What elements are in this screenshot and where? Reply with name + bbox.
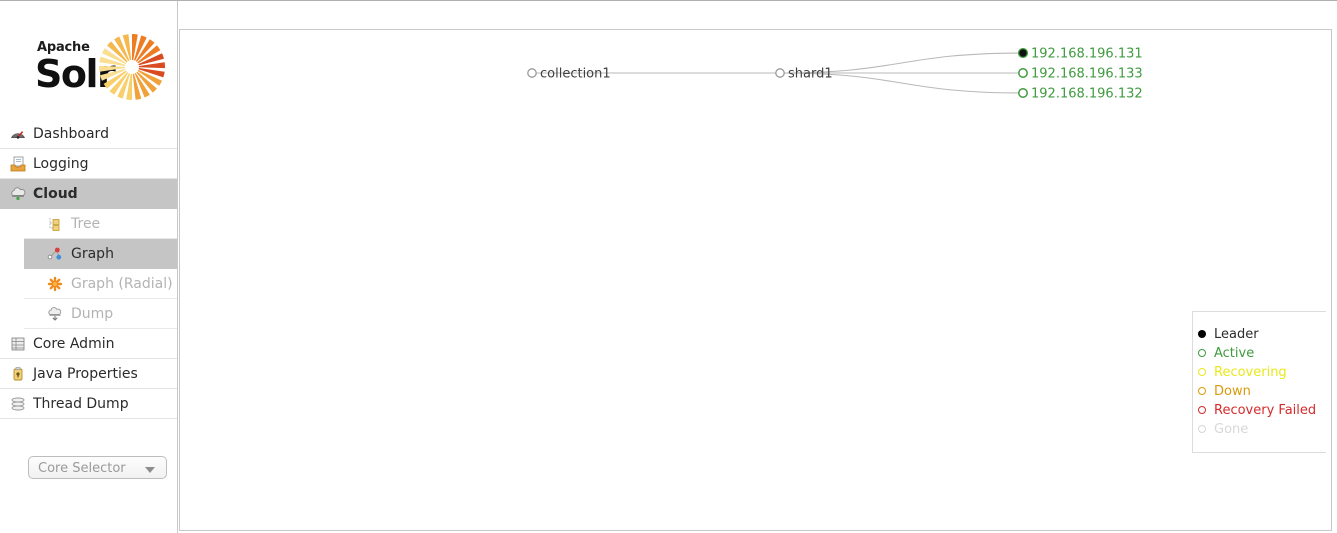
cloud-graph[interactable]: collection1 shard1 192.168.196.131 192.168.…	[180, 30, 1333, 532]
sidebar-subitem-dump[interactable]: Dump	[24, 299, 177, 329]
legend-dot-recovering	[1198, 368, 1206, 376]
graph-node-label: 192.168.196.131	[1031, 47, 1143, 62]
graph-node[interactable]: 192.168.196.131	[1017, 47, 1143, 62]
sidebar-subitem-graph-radial[interactable]: Graph (Radial)	[24, 269, 177, 299]
graph-node-circle[interactable]	[1018, 68, 1028, 78]
sidebar-item-dashboard[interactable]: Dashboard	[0, 119, 177, 149]
legend-label: Leader	[1214, 327, 1259, 342]
tree-icon	[49, 218, 60, 231]
graph-nodes: collection1 shard1 192.168.196.131 192.168.…	[527, 47, 1143, 102]
sidebar-nav: Dashboard Logging Cloud Tree Graph Graph…	[0, 119, 177, 419]
sidebar-item-label: Java Properties	[33, 366, 138, 382]
core-selector-dropdown[interactable]: Core Selector	[28, 456, 167, 479]
graph-radial-icon	[47, 276, 63, 292]
graph-node-circle[interactable]	[527, 68, 537, 78]
legend-row: Recovery Failed	[1193, 401, 1326, 420]
legend-label: Recovering	[1214, 365, 1287, 380]
graph-node-circle[interactable]	[1017, 47, 1029, 59]
sidebar-item-logging[interactable]: Logging	[0, 149, 177, 179]
sidebar-subitem-graph[interactable]: Graph	[24, 239, 177, 269]
graph-node-label: collection1	[540, 67, 611, 82]
graph-node-circle[interactable]	[1018, 88, 1028, 98]
cloud-icon	[11, 187, 26, 201]
legend-row: Recovering	[1193, 363, 1326, 382]
thread-dump-icon	[11, 397, 25, 411]
sidebar-subitem-label: Tree	[71, 216, 101, 232]
solr-admin-page: Apache Solr Dashboard Logging Cloud Tree…	[0, 0, 1337, 533]
sidebar-subitem-label: Graph (Radial)	[71, 276, 173, 292]
sidebar-item-thread-dump[interactable]: Thread Dump	[0, 389, 177, 419]
sidebar-item-label: Logging	[33, 156, 89, 172]
legend-dot-gone	[1198, 425, 1206, 433]
cloud-subnav: Tree Graph Graph (Radial) Dump	[0, 209, 177, 329]
core-admin-icon	[11, 337, 25, 351]
sidebar-subitem-label: Graph	[71, 246, 114, 262]
sidebar: Apache Solr Dashboard Logging Cloud Tree…	[0, 1, 178, 533]
graph-node[interactable]: 192.168.196.132	[1018, 87, 1143, 102]
sidebar-item-label: Dashboard	[33, 126, 109, 142]
legend-dot-leader	[1198, 330, 1206, 338]
cloud-graph-panel: collection1 shard1 192.168.196.131 192.168.…	[179, 29, 1332, 531]
legend-label: Active	[1214, 346, 1255, 361]
dashboard-gauge-icon	[11, 131, 25, 139]
solr-logo[interactable]: Apache Solr	[26, 33, 176, 108]
sidebar-item-cloud[interactable]: Cloud	[0, 179, 177, 209]
legend-dot-recovery-failed	[1198, 406, 1206, 414]
legend-row: Down	[1193, 382, 1326, 401]
graph-legend: Leader Active Recovering Down Recovery F…	[1192, 311, 1326, 453]
logging-tray-icon	[10, 156, 26, 172]
graph-node-label: 192.168.196.132	[1031, 87, 1143, 102]
top-divider	[0, 0, 1337, 1]
sidebar-item-core-admin[interactable]: Core Admin	[0, 329, 177, 359]
solr-sunburst-icon	[99, 34, 165, 100]
graph-node-circle[interactable]	[775, 68, 785, 78]
legend-row: Active	[1193, 344, 1326, 363]
graph-node[interactable]: collection1	[527, 67, 611, 82]
legend-dot-down	[1198, 387, 1206, 395]
sidebar-item-label: Thread Dump	[33, 396, 129, 412]
sidebar-item-java-properties[interactable]: Java Properties	[0, 359, 177, 389]
graph-node-label: shard1	[788, 67, 833, 82]
graph-node-label: 192.168.196.133	[1031, 67, 1143, 82]
dump-icon	[48, 307, 62, 321]
graph-node[interactable]: shard1	[775, 67, 833, 82]
legend-label: Recovery Failed	[1214, 403, 1317, 418]
sidebar-subitem-label: Dump	[71, 306, 114, 322]
graph-node-icon	[47, 247, 62, 260]
sidebar-item-label: Core Admin	[33, 336, 115, 352]
sidebar-subitem-tree[interactable]: Tree	[24, 209, 177, 239]
legend-label: Down	[1214, 384, 1251, 399]
legend-dot-active	[1198, 349, 1206, 357]
legend-row: Gone	[1193, 420, 1326, 439]
core-selector-label: Core Selector	[38, 461, 126, 476]
legend-row: Leader	[1193, 325, 1326, 344]
graph-node[interactable]: 192.168.196.133	[1018, 67, 1143, 82]
chevron-down-icon	[145, 467, 155, 473]
sidebar-item-label: Cloud	[33, 186, 78, 202]
legend-label: Gone	[1214, 422, 1249, 437]
sidebar-lower-nav: Core Admin Java Properties Thread Dump	[0, 329, 177, 419]
java-properties-icon	[13, 367, 23, 381]
